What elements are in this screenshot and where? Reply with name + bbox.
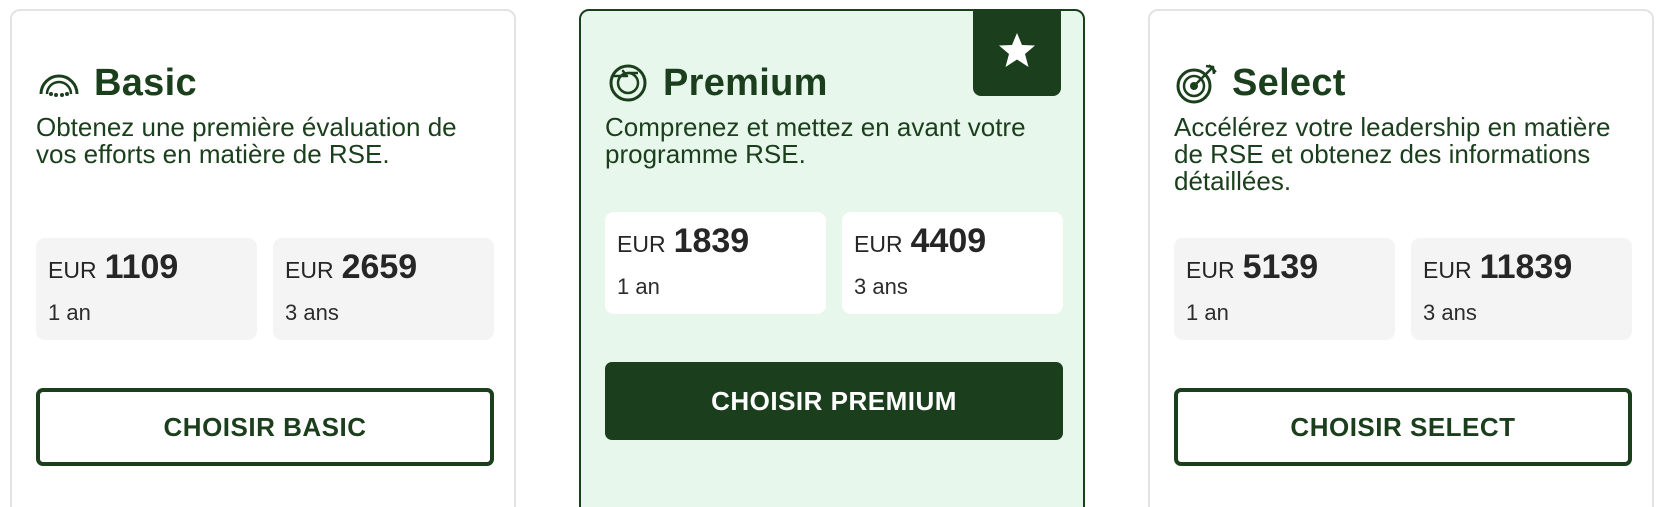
plan-card-select: Select Accélérez votre leadership en mat…	[1148, 9, 1654, 507]
plan-title: Select	[1232, 61, 1346, 104]
price-period: 3 ans	[285, 300, 339, 325]
price-currency: EUR	[617, 231, 666, 257]
price-period: 3 ans	[854, 274, 908, 299]
choose-select-button[interactable]: CHOISIR SELECT	[1174, 388, 1632, 466]
price-amount: 11839	[1479, 248, 1573, 286]
plan-header: Select	[1174, 57, 1346, 109]
plan-description: Accélérez votre leadership en matière de…	[1174, 112, 1611, 196]
plan-description: Obtenez une première évaluation de vos e…	[36, 112, 457, 169]
price-period: 1 an	[1186, 300, 1229, 325]
gauge-icon	[36, 60, 82, 106]
price-period: 1 an	[48, 300, 91, 325]
plan-header: Basic	[36, 57, 197, 109]
featured-badge	[973, 9, 1061, 96]
price-period: 1 an	[617, 274, 660, 299]
plan-card-basic: Basic Obtenez une première évaluation de…	[10, 9, 516, 507]
price-options: EUR 1839 1 an EUR 4409 3 ans	[605, 212, 1063, 314]
plan-header: Premium	[605, 57, 828, 109]
choose-premium-button[interactable]: CHOISIR PREMIUM	[605, 362, 1063, 440]
price-amount: 2659	[341, 248, 418, 286]
price-options: EUR 1109 1 an EUR 2659 3 ans	[36, 238, 494, 340]
price-amount: 5139	[1242, 248, 1319, 286]
price-option-1-year: EUR 5139 1 an	[1174, 238, 1395, 340]
price-currency: EUR	[1186, 257, 1235, 283]
choose-basic-button[interactable]: CHOISIR BASIC	[36, 388, 494, 466]
plan-description: Comprenez et mettez en avant votre progr…	[605, 112, 1026, 169]
plan-title: Premium	[663, 61, 828, 104]
target-arrow-icon	[1174, 60, 1220, 106]
price-amount: 1839	[673, 222, 750, 260]
price-option-3-years: EUR 11839 3 ans	[1411, 238, 1632, 340]
price-option-3-years: EUR 2659 3 ans	[273, 238, 494, 340]
price-option-1-year: EUR 1109 1 an	[36, 238, 257, 340]
plan-card-premium: Premium Comprenez et mettez en avant vot…	[579, 9, 1085, 507]
price-period: 3 ans	[1423, 300, 1477, 325]
price-amount: 4409	[910, 222, 987, 260]
cycle-arrow-icon	[605, 60, 651, 106]
price-option-1-year: EUR 1839 1 an	[605, 212, 826, 314]
price-option-3-years: EUR 4409 3 ans	[842, 212, 1063, 314]
plan-title: Basic	[94, 61, 197, 104]
price-currency: EUR	[285, 257, 334, 283]
pricing-plans: Basic Obtenez une première évaluation de…	[0, 0, 1657, 507]
price-currency: EUR	[48, 257, 97, 283]
price-currency: EUR	[1423, 257, 1472, 283]
price-currency: EUR	[854, 231, 903, 257]
price-amount: 1109	[104, 248, 179, 286]
star-icon	[997, 30, 1037, 75]
price-options: EUR 5139 1 an EUR 11839 3 ans	[1174, 238, 1632, 340]
